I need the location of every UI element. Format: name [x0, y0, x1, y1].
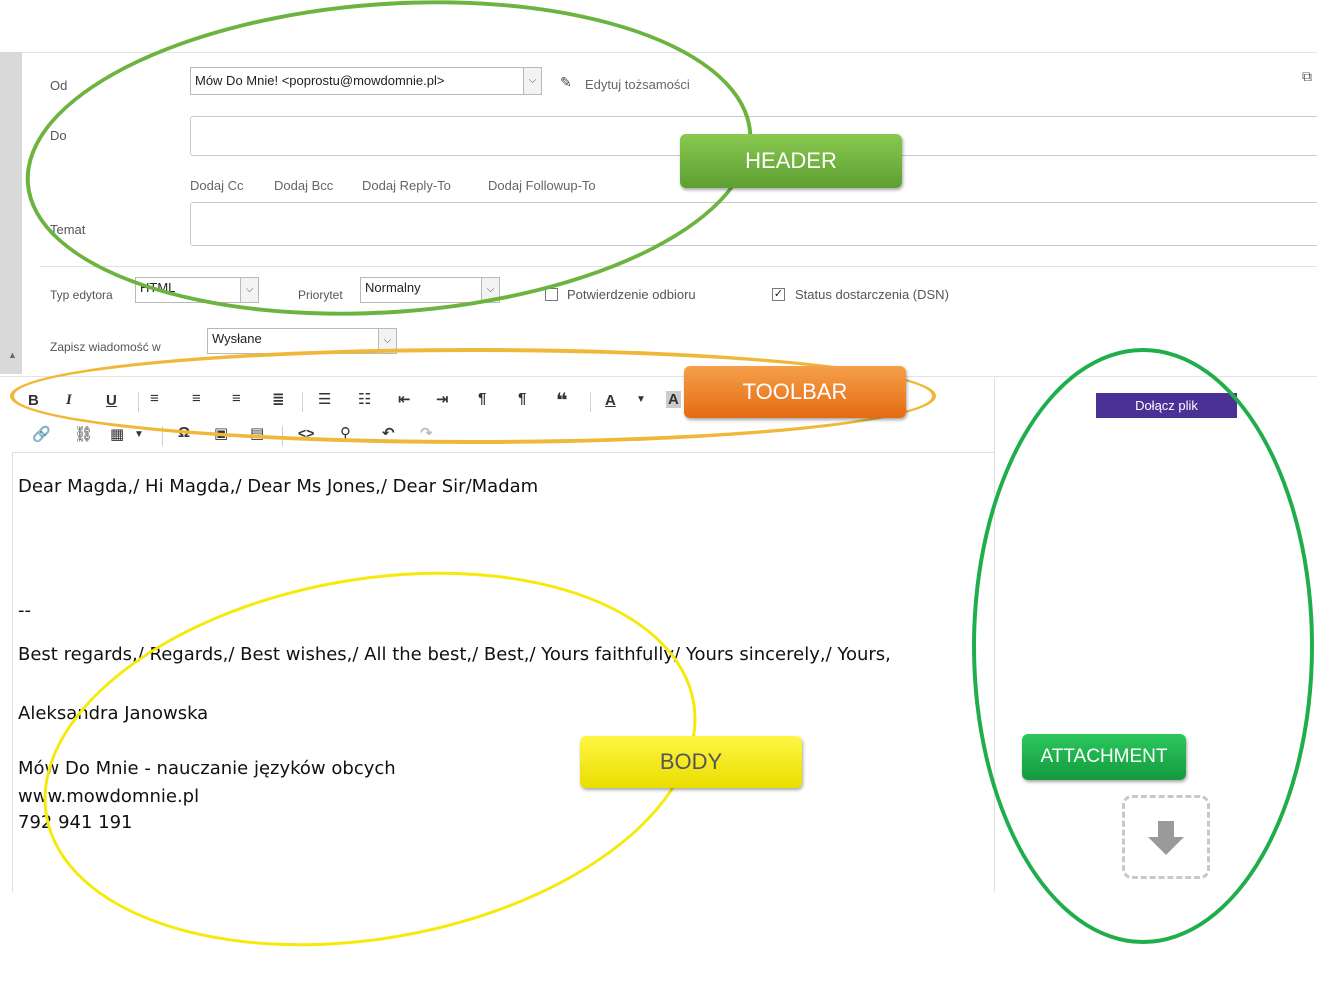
header-collapse-bar[interactable]	[0, 52, 22, 374]
divider	[12, 452, 994, 453]
dsn-label: Status dostarczenia (DSN)	[795, 287, 949, 302]
link-icon[interactable]: 🔗	[32, 425, 51, 443]
divider	[12, 452, 13, 892]
caret-down-icon[interactable]: ▼	[134, 429, 144, 440]
toolbar-badge: TOOLBAR	[684, 366, 906, 418]
read-receipt-label: Potwierdzenie odbioru	[567, 287, 696, 302]
popout-icon[interactable]: ⧉	[1302, 68, 1312, 85]
header-badge: HEADER	[680, 134, 902, 188]
body-greeting[interactable]: Dear Magda,/ Hi Magda,/ Dear Ms Jones,/ …	[18, 476, 538, 497]
save-in-value: Wysłane	[212, 331, 262, 346]
unlink-icon[interactable]: ⛓	[74, 425, 93, 443]
save-in-label: Zapisz wiadomość w	[50, 340, 161, 354]
body-signature-separator[interactable]: --	[18, 600, 31, 621]
editor-type-label: Typ edytora	[50, 288, 113, 302]
table-icon[interactable]: ▦	[110, 425, 124, 443]
read-receipt-checkbox[interactable]	[545, 288, 558, 301]
collapse-arrow-icon[interactable]: ▲	[8, 350, 17, 360]
body-badge: BODY	[580, 736, 802, 788]
attachment-badge: ATTACHMENT	[1022, 734, 1186, 780]
from-label: Od	[50, 78, 68, 93]
checkmark-icon: ✓	[773, 288, 784, 300]
attachment-highlight-ellipse	[972, 348, 1314, 944]
dsn-checkbox[interactable]: ✓	[772, 288, 785, 301]
